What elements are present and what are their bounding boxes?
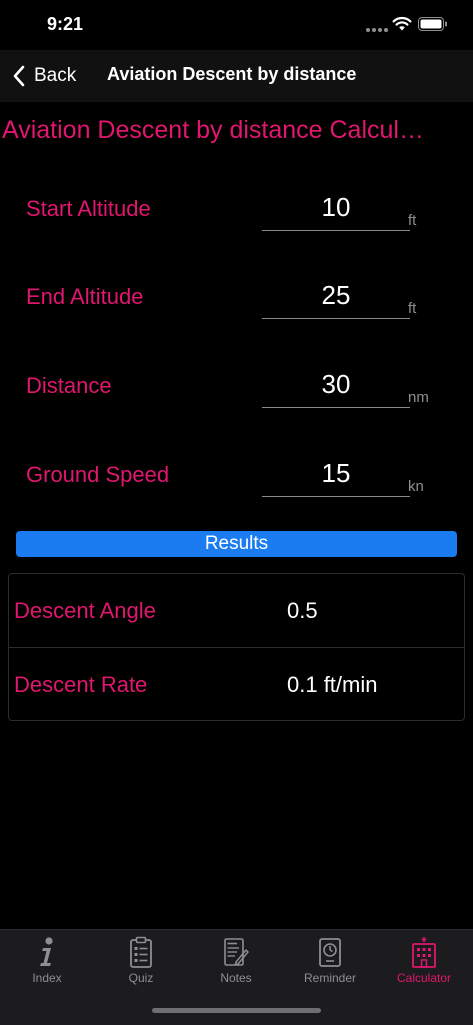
status-bar: 9:21 [0, 0, 473, 50]
home-indicator[interactable] [152, 1008, 321, 1013]
start-altitude-row: Start Altitude ft [0, 190, 473, 256]
ground-speed-input[interactable] [262, 456, 410, 497]
navigation-bar: Back Aviation Descent by distance [0, 50, 473, 102]
descent-rate-label: Descent Rate [14, 672, 148, 697]
calculator-heading: Aviation Descent by distance Calcul… [2, 116, 424, 144]
clipboard-icon [130, 936, 152, 968]
wifi-icon [392, 16, 412, 31]
page-title: Aviation Descent by distance [107, 64, 357, 84]
end-altitude-input[interactable] [262, 278, 410, 319]
results-header: Results [16, 531, 457, 557]
tab-notes[interactable]: Notes [189, 936, 283, 992]
descent-angle-label: Descent Angle [14, 598, 156, 623]
signal-icon [366, 28, 388, 32]
ground-speed-label: Ground Speed [26, 462, 170, 487]
descent-angle-value: 0.5 [287, 598, 318, 623]
end-altitude-label: End Altitude [26, 284, 144, 309]
info-icon [40, 937, 53, 966]
start-altitude-unit: ft [408, 212, 417, 229]
status-time: 9:21 [47, 14, 84, 34]
tab-notes-label: Notes [220, 971, 252, 985]
notes-icon [224, 938, 249, 966]
end-altitude-row: End Altitude ft [0, 278, 473, 344]
start-altitude-input[interactable] [262, 190, 410, 231]
tab-calculator[interactable]: Calculator [377, 936, 471, 992]
tab-index-label: Index [32, 971, 62, 985]
distance-label: Distance [26, 373, 112, 398]
tab-reminder[interactable]: Reminder [283, 936, 377, 992]
ground-speed-row: Ground Speed kn [0, 456, 473, 522]
distance-input[interactable] [262, 367, 410, 408]
tab-reminder-label: Reminder [303, 971, 357, 985]
battery-icon [418, 17, 447, 31]
tab-index[interactable]: Index [0, 936, 94, 992]
descent-angle-row: Descent Angle 0.5 [9, 574, 464, 648]
descent-rate-row: Descent Rate 0.1 ft/min [9, 647, 464, 722]
back-button[interactable]: Back [12, 62, 76, 90]
distance-row: Distance nm [0, 367, 473, 433]
results-table: Descent Angle 0.5 Descent Rate 0.1 ft/mi… [8, 573, 465, 721]
clock-icon [319, 938, 341, 967]
tab-quiz-label: Quiz [128, 971, 154, 985]
chevron-left-icon [13, 65, 25, 87]
ground-speed-unit: kn [408, 478, 424, 495]
tab-calculator-label: Calculator [396, 971, 452, 985]
start-altitude-label: Start Altitude [26, 196, 151, 221]
back-label: Back [34, 65, 77, 86]
distance-unit: nm [408, 389, 429, 406]
end-altitude-unit: ft [408, 300, 417, 317]
tab-quiz[interactable]: Quiz [94, 936, 188, 992]
descent-rate-value: 0.1 ft/min [287, 672, 378, 697]
calculator-icon [412, 937, 436, 968]
